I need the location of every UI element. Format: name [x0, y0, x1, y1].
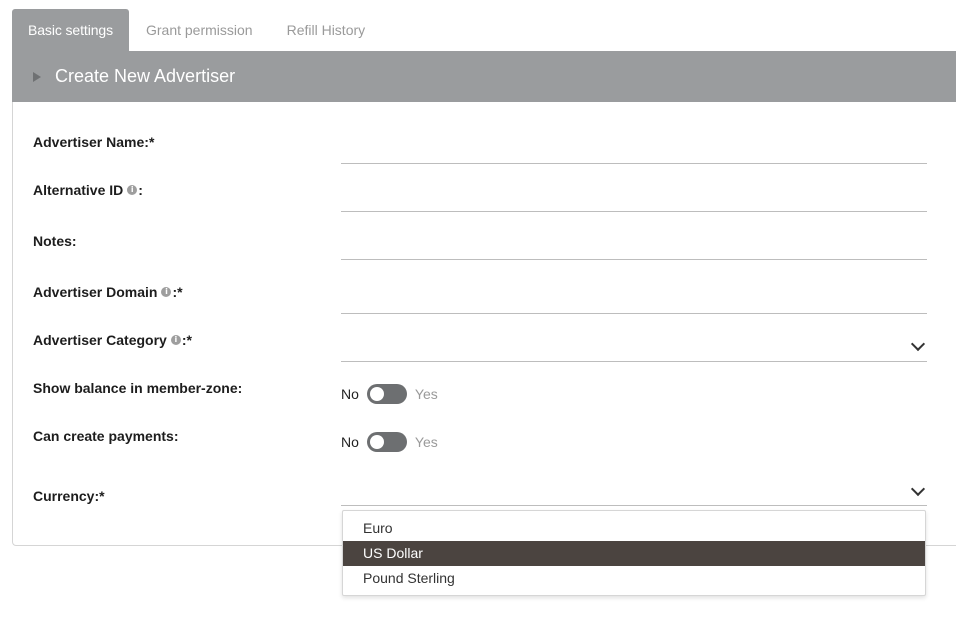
notes-label: Notes:: [33, 233, 77, 249]
tab-grant-permission[interactable]: Grant permission: [129, 9, 270, 51]
advertiser-domain-input[interactable]: [341, 286, 927, 314]
info-icon[interactable]: i: [170, 335, 181, 345]
panel-title: Create New Advertiser: [55, 66, 236, 86]
show-balance-toggle[interactable]: [366, 384, 407, 404]
tab-basic-settings[interactable]: Basic settings: [12, 9, 129, 51]
info-icon[interactable]: i: [127, 185, 138, 195]
currency-label: Currency: *: [33, 488, 105, 504]
toggle-no-label: No: [341, 386, 359, 402]
caret-right-icon[interactable]: [33, 71, 41, 82]
currency-option-euro[interactable]: Euro: [343, 516, 925, 541]
toggle-knob: [369, 435, 384, 449]
panel-header[interactable]: Create New Advertiser: [12, 51, 956, 102]
info-icon[interactable]: i: [161, 287, 172, 297]
advertiser-category-select[interactable]: [341, 334, 927, 362]
currency-dropdown: Euro US Dollar Pound Sterling: [342, 510, 926, 596]
tab-refill-history[interactable]: Refill History: [270, 9, 383, 51]
show-balance-label: Show balance in member-zone:: [33, 380, 243, 396]
currency-select[interactable]: [341, 478, 927, 506]
can-create-payments-toggle[interactable]: [366, 432, 407, 452]
toggle-yes-label: Yes: [414, 434, 438, 450]
chevron-down-icon: [910, 481, 926, 497]
notes-input[interactable]: [341, 232, 927, 260]
alternative-id-input[interactable]: [341, 184, 927, 212]
alternative-id-label: Alternative ID i:: [33, 182, 143, 198]
toggle-yes-label: Yes: [414, 386, 438, 402]
currency-option-us-dollar[interactable]: US Dollar: [343, 541, 925, 566]
advertiser-domain-label: Advertiser Domain i: *: [33, 284, 183, 300]
toggle-no-label: No: [341, 434, 359, 450]
show-balance-toggle-row: No Yes: [341, 384, 438, 404]
advertiser-name-input[interactable]: [341, 136, 927, 164]
chevron-down-icon: [910, 336, 926, 352]
toggle-knob: [369, 387, 384, 401]
tab-bar: Basic settings Grant permission Refill H…: [12, 9, 382, 51]
advertiser-category-label: Advertiser Category i: *: [33, 332, 192, 348]
can-create-payments-label: Can create payments:: [33, 428, 179, 444]
can-create-payments-toggle-row: No Yes: [341, 432, 438, 452]
currency-option-pound-sterling[interactable]: Pound Sterling: [343, 566, 925, 591]
advertiser-name-label: Advertiser Name: *: [33, 134, 155, 150]
